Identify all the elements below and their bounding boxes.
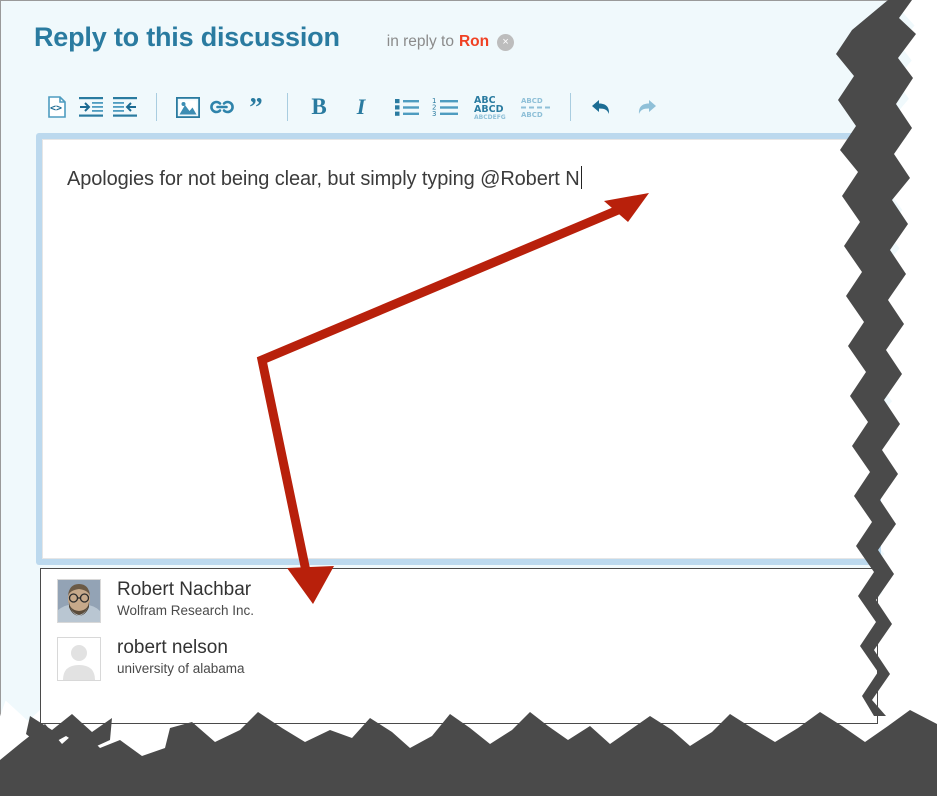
image-icon[interactable] xyxy=(171,90,205,124)
italic-icon[interactable]: I xyxy=(344,90,378,124)
list-item[interactable]: Robert Nachbar Wolfram Research Inc. xyxy=(41,569,877,623)
toolbar-divider xyxy=(156,93,157,121)
mention-name: robert nelson xyxy=(117,637,228,658)
editor-toolbar: <> ” B I 1 2 3 ABC ABCD ABCDEFG ABCD ABC… xyxy=(40,86,663,128)
spellcheck-icon[interactable]: ABC ABCD ABCDEFG xyxy=(472,90,510,124)
editor-text-value: Apologies for not being clear, but simpl… xyxy=(67,168,580,190)
numbered-list-icon[interactable]: 1 2 3 xyxy=(428,90,462,124)
mention-organization: Wolfram Research Inc. xyxy=(117,603,255,618)
screenshot-root: Reply to this discussion in reply to Ron… xyxy=(0,0,937,796)
text-caret xyxy=(580,166,582,189)
avatar xyxy=(57,579,101,623)
svg-text:ABCD: ABCD xyxy=(521,111,543,119)
mention-suggestion-list[interactable]: Robert Nachbar Wolfram Research Inc. rob… xyxy=(40,568,878,724)
undo-icon[interactable] xyxy=(585,90,619,124)
svg-text:ABCD: ABCD xyxy=(521,97,543,105)
editor-content: Apologies for not being clear, but simpl… xyxy=(67,166,582,191)
reply-header: Reply to this discussion in reply to Ron… xyxy=(34,22,515,53)
in-reply-to-label: in reply to xyxy=(386,33,454,50)
mention-info: Robert Nachbar Wolfram Research Inc. xyxy=(117,579,254,620)
bullet-list-icon[interactable] xyxy=(390,90,424,124)
indent-icon[interactable] xyxy=(74,90,108,124)
mention-name: Robert Nachbar xyxy=(117,579,252,600)
svg-text:<>: <> xyxy=(50,103,62,114)
mention-info: robert nelson university of alabama xyxy=(117,637,245,678)
text-replace-icon[interactable]: ABCD ABCD xyxy=(518,90,556,124)
svg-text:3: 3 xyxy=(432,110,436,117)
redo-icon[interactable] xyxy=(629,90,663,124)
toolbar-divider xyxy=(570,93,571,121)
reply-textarea[interactable]: Apologies for not being clear, but simpl… xyxy=(42,139,875,559)
close-icon[interactable]: × xyxy=(497,33,515,51)
page-title: Reply to this discussion xyxy=(34,22,340,52)
bold-icon[interactable]: B xyxy=(302,90,336,124)
in-reply-to-name: Ron xyxy=(458,33,490,50)
avatar xyxy=(57,637,101,681)
in-reply-to-group: in reply to Ron × xyxy=(386,33,515,51)
quote-icon[interactable]: ” xyxy=(239,90,273,124)
svg-text:ABCDEFG: ABCDEFG xyxy=(474,114,506,120)
source-code-icon[interactable]: <> xyxy=(40,90,74,124)
mention-organization: university of alabama xyxy=(117,661,245,676)
link-icon[interactable] xyxy=(205,90,239,124)
outdent-icon[interactable] xyxy=(108,90,142,124)
toolbar-divider xyxy=(287,93,288,121)
list-item[interactable]: robert nelson university of alabama xyxy=(41,623,877,681)
